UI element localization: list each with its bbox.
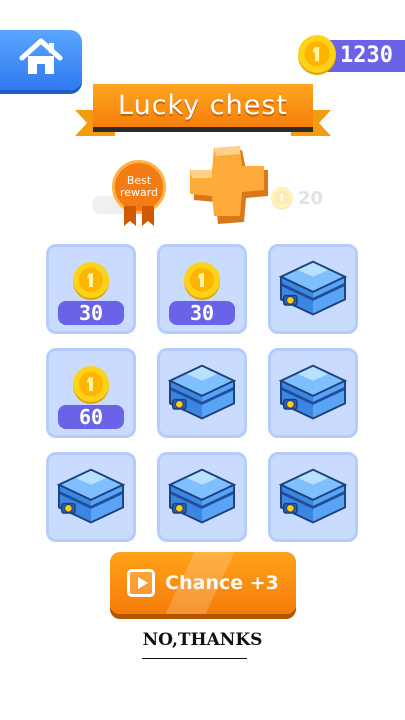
reward-amount: 30 xyxy=(58,301,124,325)
coin-icon xyxy=(296,34,338,76)
chance-plus-3-button[interactable]: Chance +3 xyxy=(110,552,296,614)
grid-cell-7[interactable] xyxy=(46,452,136,542)
reward-amount: 30 xyxy=(169,301,235,325)
coin-icon xyxy=(71,365,111,405)
chest-icon xyxy=(275,360,351,426)
page-title: Lucky chest xyxy=(118,90,288,121)
faded-coin-icon xyxy=(270,186,294,210)
no-thanks-underline xyxy=(142,658,247,659)
title-band: Lucky chest xyxy=(93,84,313,132)
no-thanks-link[interactable]: NO,THANKS xyxy=(0,630,405,650)
grid-cell-9[interactable] xyxy=(268,452,358,542)
grid-cell-3[interactable] xyxy=(268,244,358,334)
coin-icon xyxy=(71,261,111,301)
coin-icon xyxy=(182,261,222,301)
chance-button-label: Chance +3 xyxy=(165,572,279,594)
coin-counter: 1230 xyxy=(302,40,405,72)
title-ribbon: Lucky chest xyxy=(75,84,331,142)
grid-cell-5[interactable] xyxy=(157,348,247,438)
best-reward-badge: Best reward xyxy=(112,160,168,226)
chest-icon xyxy=(275,464,351,530)
chest-icon xyxy=(164,464,240,530)
grid-cell-4: 60 xyxy=(46,348,136,438)
faded-reward-value: 20 xyxy=(298,187,324,209)
medal-ribbon xyxy=(124,206,154,226)
home-icon xyxy=(18,38,64,82)
chest-icon xyxy=(53,464,129,530)
reward-grid: 30 30 60 xyxy=(46,244,358,542)
chest-icon xyxy=(164,360,240,426)
orange-cross-item-icon xyxy=(184,140,276,232)
grid-cell-8[interactable] xyxy=(157,452,247,542)
grid-cell-6[interactable] xyxy=(268,348,358,438)
faded-reward-preview: 20 xyxy=(270,186,323,210)
coin-balance: 1230 xyxy=(340,43,393,68)
home-button[interactable] xyxy=(0,30,82,90)
best-reward-label-line2: reward xyxy=(119,186,159,199)
grid-cell-1: 30 xyxy=(46,244,136,334)
reward-amount: 60 xyxy=(58,405,124,429)
video-ad-icon xyxy=(127,569,156,597)
chest-icon xyxy=(275,256,351,322)
grid-cell-2: 30 xyxy=(157,244,247,334)
